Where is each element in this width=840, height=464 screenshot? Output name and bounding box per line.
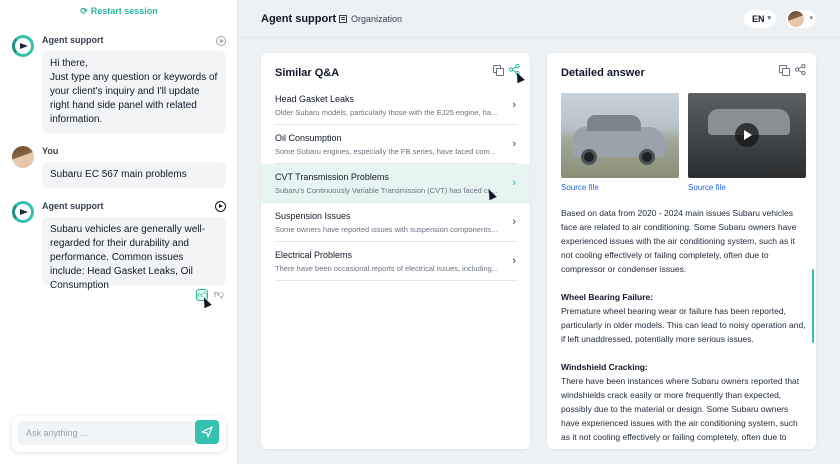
wheel: [581, 149, 597, 165]
organization-label: Organization: [351, 14, 403, 24]
user-menu[interactable]: ▾: [786, 10, 816, 28]
qa-item-title: Suspension Issues: [275, 211, 351, 221]
chevron-down-icon: ▾: [809, 15, 813, 22]
detailed-answer-card: Detailed answer Source file Source file …: [547, 53, 816, 449]
message-bubble: Subaru vehicles are generally well-regar…: [42, 217, 226, 291]
qa-item-title: Oil Consumption: [275, 133, 342, 143]
play-icon[interactable]: [216, 36, 226, 46]
language-selector[interactable]: EN ▾: [744, 10, 776, 28]
qa-item[interactable]: Head Gasket Leaks Older Subaru models, p…: [275, 86, 518, 125]
building-icon: [339, 15, 347, 23]
mouse-cursor: [513, 70, 525, 84]
repair-video-thumbnail[interactable]: [688, 93, 806, 178]
chevron-right-icon: ›: [512, 216, 516, 228]
message-sender: Agent support: [42, 35, 104, 45]
chat-composer: [12, 416, 226, 452]
thumbs-down-icon[interactable]: 👎︎: [213, 289, 225, 301]
copy-icon[interactable]: [493, 65, 504, 76]
source-file-link[interactable]: Source file: [688, 183, 726, 192]
message-sender: Agent support: [42, 201, 104, 211]
chevron-right-icon: ›: [512, 138, 516, 150]
copy-icon[interactable]: [779, 65, 790, 76]
qa-item-title: CVT Transmission Problems: [275, 172, 389, 182]
section-heading: Windshield Cracking:: [561, 362, 648, 372]
answer-intro: Based on data from 2020 - 2024 main issu…: [561, 208, 797, 274]
chat-input[interactable]: [18, 421, 196, 445]
chevron-down-icon: ▾: [767, 15, 771, 22]
agent-avatar: [12, 201, 34, 223]
qa-item[interactable]: Suspension Issues Some owners have repor…: [275, 203, 518, 242]
user-avatar: [12, 146, 34, 168]
section-text: There have been instances where Subaru o…: [561, 376, 800, 442]
send-button[interactable]: [195, 420, 219, 444]
top-header: Agent support Organization EN ▾ ▾: [238, 0, 840, 38]
page-title: Agent support: [261, 13, 337, 25]
chat-panel: ⟳ Restart session Agent support Hi there,…: [0, 0, 238, 464]
chevron-right-icon: ›: [512, 255, 516, 267]
share-icon[interactable]: [795, 64, 806, 75]
restart-icon: ⟳: [80, 6, 88, 16]
organization-link[interactable]: Organization: [339, 14, 402, 24]
chevron-right-icon: ›: [512, 177, 516, 189]
wheel: [639, 149, 655, 165]
restart-session-label: Restart session: [90, 6, 158, 16]
message-bubble: Hi there, Just type any question or keyw…: [42, 51, 226, 133]
section-text: Premature wheel bearing wear or failure …: [561, 306, 806, 344]
answer-text: Based on data from 2020 - 2024 main issu…: [561, 206, 807, 446]
qa-item-description: Some Subaru engines, especially the FB s…: [275, 147, 499, 156]
avatar: [788, 11, 804, 27]
chevron-right-icon: ›: [512, 99, 516, 111]
source-file-link[interactable]: Source file: [561, 183, 599, 192]
similar-qa-card: Similar Q&A Head Gasket Leaks Older Suba…: [261, 53, 530, 449]
play-icon[interactable]: [215, 201, 226, 212]
mouse-cursor: [200, 295, 212, 309]
section-heading: Wheel Bearing Failure:: [561, 292, 654, 302]
message-sender: You: [42, 146, 59, 156]
detail-title: Detailed answer: [561, 67, 645, 79]
send-icon: [201, 426, 213, 438]
qa-item[interactable]: Electrical Problems There have been occa…: [275, 242, 518, 281]
language-value: EN: [752, 14, 765, 24]
qa-item-description: There have been occasional reports of el…: [275, 264, 499, 273]
agent-avatar: [12, 35, 34, 57]
qa-item-description: Subaru's Continuously Variable Transmiss…: [275, 186, 499, 195]
qa-item-description: Some owners have reported issues with su…: [275, 225, 499, 234]
qa-item-description: Older Subaru models, particularly those …: [275, 108, 498, 117]
restart-session-button[interactable]: ⟳ Restart session: [0, 6, 238, 17]
message-bubble: Subaru EC 567 main problems: [42, 162, 226, 188]
play-icon[interactable]: [735, 123, 759, 147]
qa-item-title: Head Gasket Leaks: [275, 94, 355, 104]
qa-title: Similar Q&A: [275, 67, 340, 79]
qa-item[interactable]: Oil Consumption Some Subaru engines, esp…: [275, 125, 518, 164]
scrollbar-thumb[interactable]: [812, 269, 814, 343]
car-shape: [573, 115, 665, 165]
qa-item-title: Electrical Problems: [275, 250, 353, 260]
car-photo[interactable]: [561, 93, 679, 178]
